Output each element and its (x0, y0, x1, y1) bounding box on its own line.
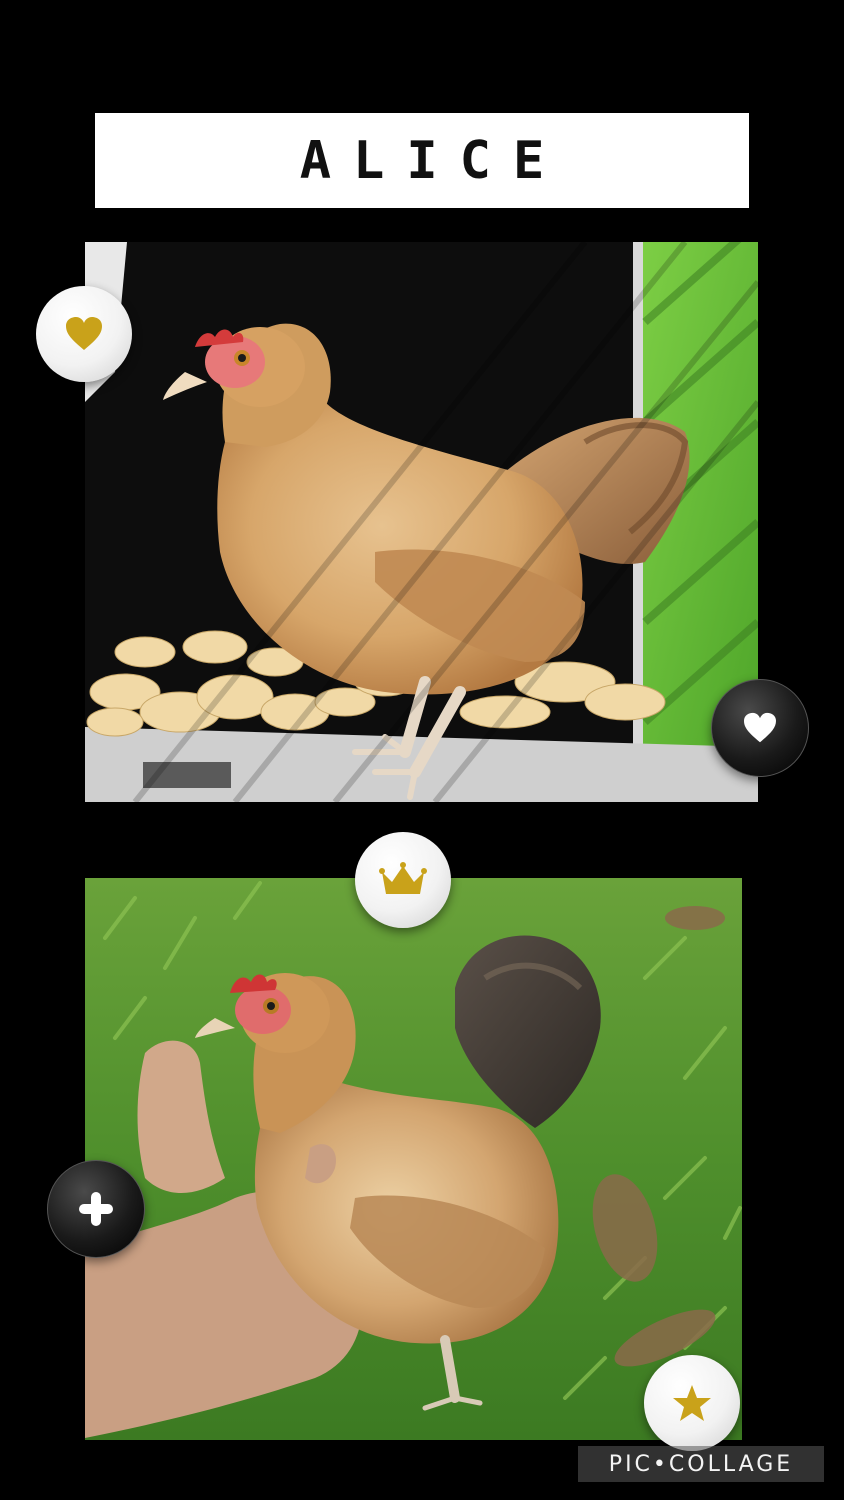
watermark-text: PIC•COLLAGE (608, 1451, 794, 1477)
plus-icon (79, 1192, 113, 1226)
heart-sticker-white (711, 679, 809, 777)
heart-icon (66, 317, 102, 350)
photo-hen-in-coop (85, 242, 758, 802)
page-title: ALICE (299, 130, 567, 191)
watermark: PIC•COLLAGE (578, 1446, 824, 1482)
photo-hen-held-in-hand (85, 878, 742, 1440)
star-sticker-gold (644, 1355, 740, 1451)
crown-icon (379, 862, 427, 894)
star-icon (673, 1385, 711, 1421)
crown-sticker-gold (355, 832, 451, 928)
heart-icon (744, 712, 776, 743)
title-banner: ALICE (95, 113, 749, 208)
plus-sticker-white (47, 1160, 145, 1258)
heart-sticker-gold (36, 286, 132, 382)
